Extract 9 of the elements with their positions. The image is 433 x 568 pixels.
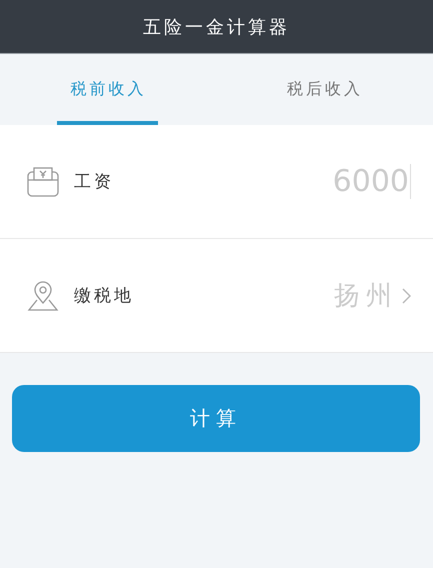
tab[interactable]: 税前收入 — [0, 54, 216, 125]
location-icon — [27, 280, 59, 310]
field-label: 缴税地 — [74, 285, 135, 307]
wallet-icon — [27, 166, 59, 196]
window-title: 五险一金计算器 — [143, 16, 290, 38]
chevron-right-icon[interactable] — [402, 288, 411, 304]
calculate-button[interactable]: 计算 — [12, 385, 420, 452]
field-label: 工资 — [74, 171, 115, 193]
tab[interactable]: 税后收入 — [216, 54, 433, 125]
